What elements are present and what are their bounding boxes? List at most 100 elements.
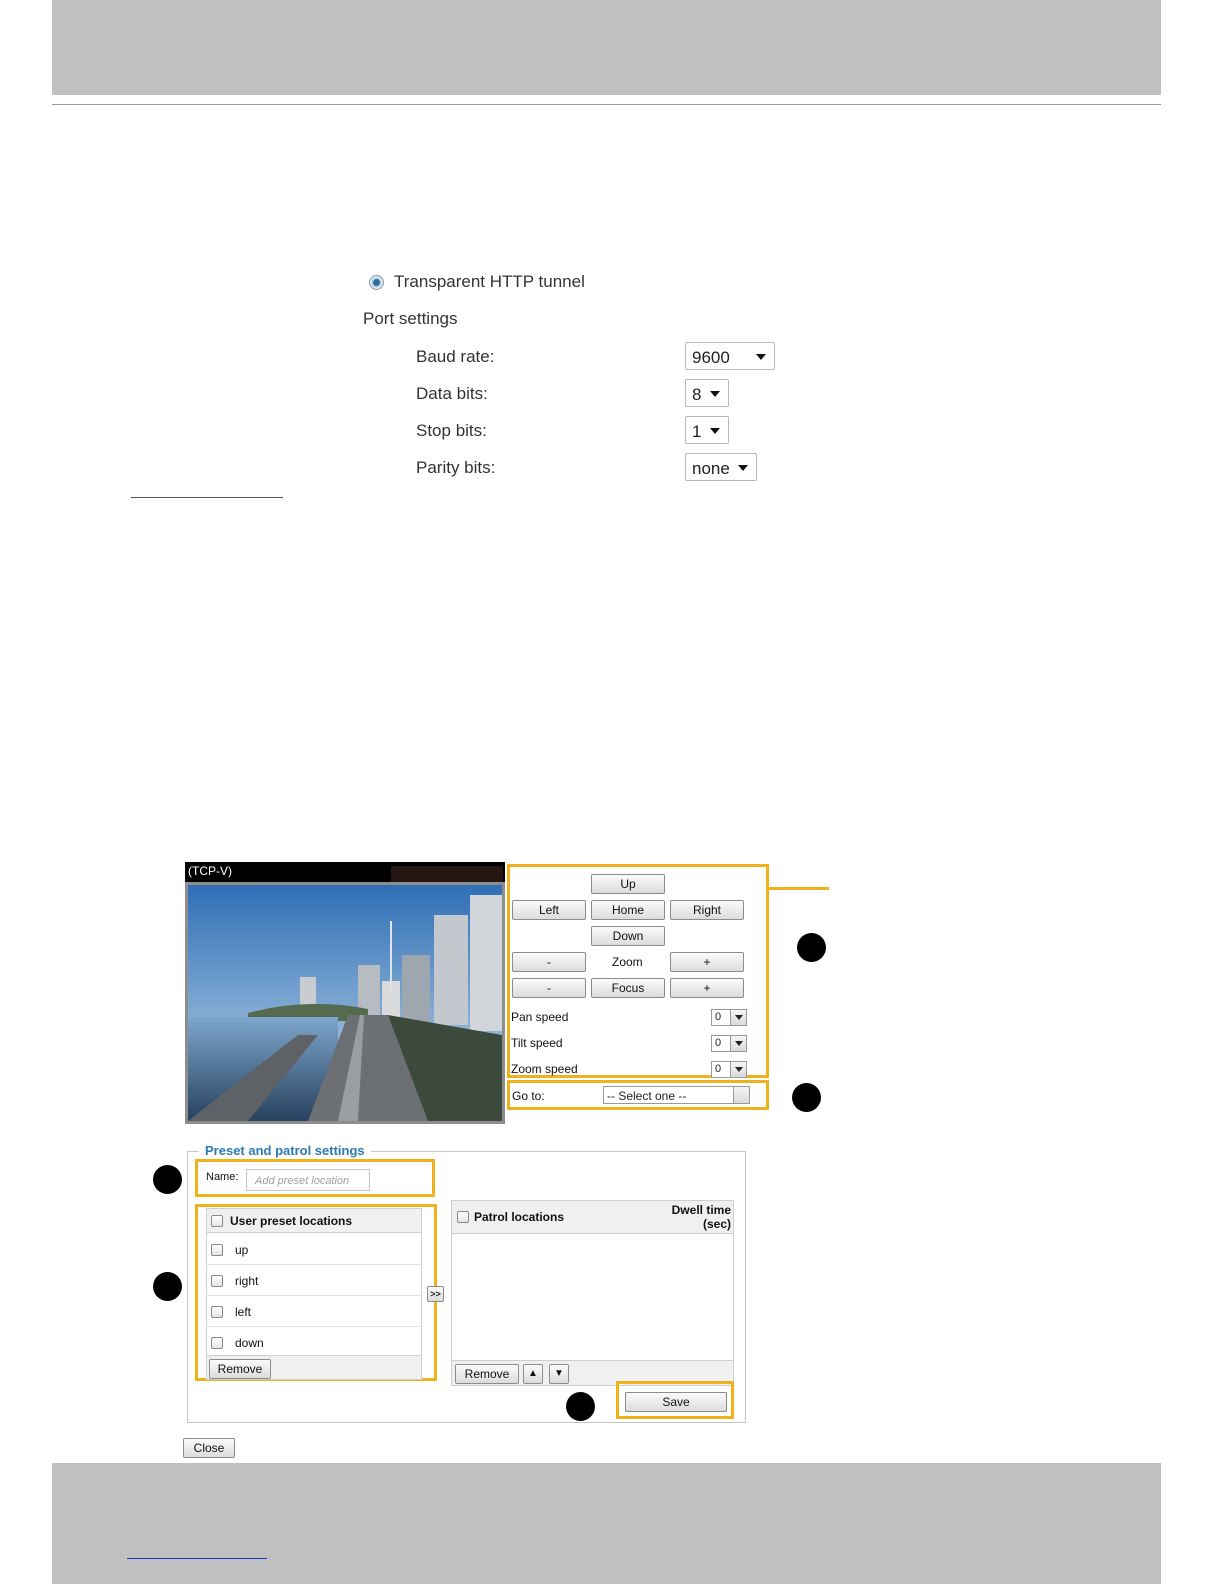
- list-item-label: left: [235, 1305, 252, 1319]
- port-settings-heading: Port settings: [363, 309, 458, 328]
- data-bits-row: Data bits: 8: [416, 379, 786, 407]
- parity-bits-label: Parity bits:: [416, 458, 496, 477]
- chevron-down-icon: [730, 1010, 746, 1025]
- goto-preset-select[interactable]: -- Select one --: [603, 1086, 750, 1104]
- zoom-speed-select[interactable]: 0: [711, 1061, 747, 1078]
- right-button[interactable]: Right: [670, 900, 744, 920]
- list-item-label: down: [235, 1336, 264, 1350]
- zoom-speed-value: 0: [715, 1063, 722, 1075]
- callout-marker: [153, 1272, 182, 1301]
- radio-selected-icon[interactable]: [369, 274, 384, 290]
- camera-title: (TCP-V): [188, 864, 232, 878]
- list-item[interactable]: down: [207, 1327, 421, 1358]
- patrol-select-all-checkbox[interactable]: [457, 1211, 469, 1223]
- list-item[interactable]: up: [207, 1234, 421, 1265]
- data-bits-select[interactable]: 8: [685, 379, 729, 407]
- list-item-label: right: [235, 1274, 259, 1288]
- footer-link-underline[interactable]: [127, 1558, 267, 1559]
- dwell-time-unit: (sec): [702, 1217, 731, 1231]
- remove-patrol-button[interactable]: Remove: [455, 1364, 519, 1384]
- callout-line: [769, 887, 829, 890]
- chevron-down-icon: [730, 1062, 746, 1077]
- list-item-label: up: [235, 1243, 249, 1257]
- city-road-image: [188, 885, 502, 1121]
- focus-auto-button[interactable]: Focus: [591, 978, 665, 998]
- patrol-list: Patrol locations Dwell time (sec) Remove…: [451, 1200, 734, 1386]
- stop-bits-select[interactable]: 1: [685, 416, 729, 444]
- patrol-header: Patrol locations Dwell time (sec): [452, 1201, 733, 1234]
- move-up-button[interactable]: ▲: [523, 1364, 543, 1384]
- preset-name-input[interactable]: Add preset location: [246, 1169, 370, 1191]
- close-button[interactable]: Close: [183, 1438, 235, 1458]
- select-all-checkbox[interactable]: [211, 1215, 223, 1227]
- preset-name-label: Name:: [206, 1171, 239, 1183]
- parity-bits-row: Parity bits: none: [416, 453, 786, 481]
- item-checkbox[interactable]: [211, 1306, 223, 1318]
- up-button[interactable]: Up: [591, 874, 665, 894]
- header-divider: [52, 104, 1161, 105]
- preset-name-box: Name: Add preset location: [195, 1159, 435, 1197]
- tilt-speed-label: Tilt speed: [511, 1036, 563, 1050]
- pan-speed-value: 0: [715, 1011, 722, 1023]
- focus-far-button[interactable]: +: [670, 978, 744, 998]
- live-video-view[interactable]: [185, 882, 505, 1124]
- chevron-down-icon: [730, 1036, 746, 1051]
- tunnel-radio-row[interactable]: Transparent HTTP tunnel: [369, 272, 585, 292]
- preset-patrol-legend: Preset and patrol settings: [199, 1143, 371, 1158]
- footer-band: [52, 1463, 1161, 1584]
- focus-near-button[interactable]: -: [512, 978, 586, 998]
- chevron-down-icon: [710, 391, 720, 397]
- camera-title-bar: (TCP-V): [185, 862, 505, 882]
- list-item[interactable]: left: [207, 1296, 421, 1327]
- pan-speed-label: Pan speed: [511, 1010, 569, 1024]
- goto-preset-box: Go to: -- Select one --: [507, 1080, 769, 1110]
- goto-value: -- Select one --: [607, 1089, 687, 1103]
- pan-speed-select[interactable]: 0: [711, 1009, 747, 1026]
- chevron-down-icon: [756, 354, 766, 360]
- down-button[interactable]: Down: [591, 926, 665, 946]
- parity-bits-value: none: [692, 459, 730, 478]
- data-bits-label: Data bits:: [416, 384, 488, 403]
- user-preset-list: User preset locations up right left down…: [206, 1208, 422, 1380]
- tilt-speed-select[interactable]: 0: [711, 1035, 747, 1052]
- baud-rate-select[interactable]: 9600: [685, 342, 775, 370]
- chevron-down-icon: [738, 465, 748, 471]
- save-button[interactable]: Save: [625, 1392, 727, 1412]
- user-preset-footer: Remove: [207, 1355, 421, 1379]
- baud-rate-value: 9600: [692, 348, 730, 367]
- item-checkbox[interactable]: [211, 1244, 223, 1256]
- patrol-header-label: Patrol locations: [474, 1210, 565, 1224]
- save-box: Save: [616, 1381, 734, 1419]
- item-checkbox[interactable]: [211, 1337, 223, 1349]
- remove-preset-button[interactable]: Remove: [209, 1359, 271, 1379]
- chevron-down-icon: [733, 1087, 749, 1103]
- callout-marker: [153, 1165, 182, 1194]
- goto-label: Go to:: [512, 1089, 545, 1103]
- list-item[interactable]: right: [207, 1265, 421, 1296]
- home-button[interactable]: Home: [591, 900, 665, 920]
- stop-bits-row: Stop bits: 1: [416, 416, 786, 444]
- zoom-out-button[interactable]: -: [512, 952, 586, 972]
- chevron-down-icon: [710, 428, 720, 434]
- baud-rate-row: Baud rate: 9600: [416, 342, 786, 370]
- callout-marker: [797, 933, 826, 962]
- zoom-speed-label: Zoom speed: [511, 1062, 578, 1076]
- add-to-patrol-button[interactable]: >>: [427, 1286, 444, 1302]
- zoom-in-button[interactable]: +: [670, 952, 744, 972]
- user-preset-header: User preset locations: [207, 1209, 421, 1233]
- item-checkbox[interactable]: [211, 1275, 223, 1287]
- user-preset-box: User preset locations up right left down…: [195, 1204, 437, 1381]
- baud-rate-label: Baud rate:: [416, 347, 495, 366]
- user-preset-header-label: User preset locations: [230, 1214, 353, 1228]
- zoom-label: Zoom: [612, 955, 643, 969]
- header-band: [52, 0, 1161, 95]
- stop-bits-value: 1: [692, 422, 702, 441]
- camera-toolbar-area: [391, 866, 503, 882]
- parity-bits-select[interactable]: none: [685, 453, 757, 481]
- stop-bits-label: Stop bits:: [416, 421, 487, 440]
- tilt-speed-value: 0: [715, 1037, 722, 1049]
- move-down-button[interactable]: ▼: [549, 1364, 569, 1384]
- callout-marker: [792, 1083, 821, 1112]
- tunnel-mode-label: Transparent HTTP tunnel: [394, 272, 585, 291]
- left-button[interactable]: Left: [512, 900, 586, 920]
